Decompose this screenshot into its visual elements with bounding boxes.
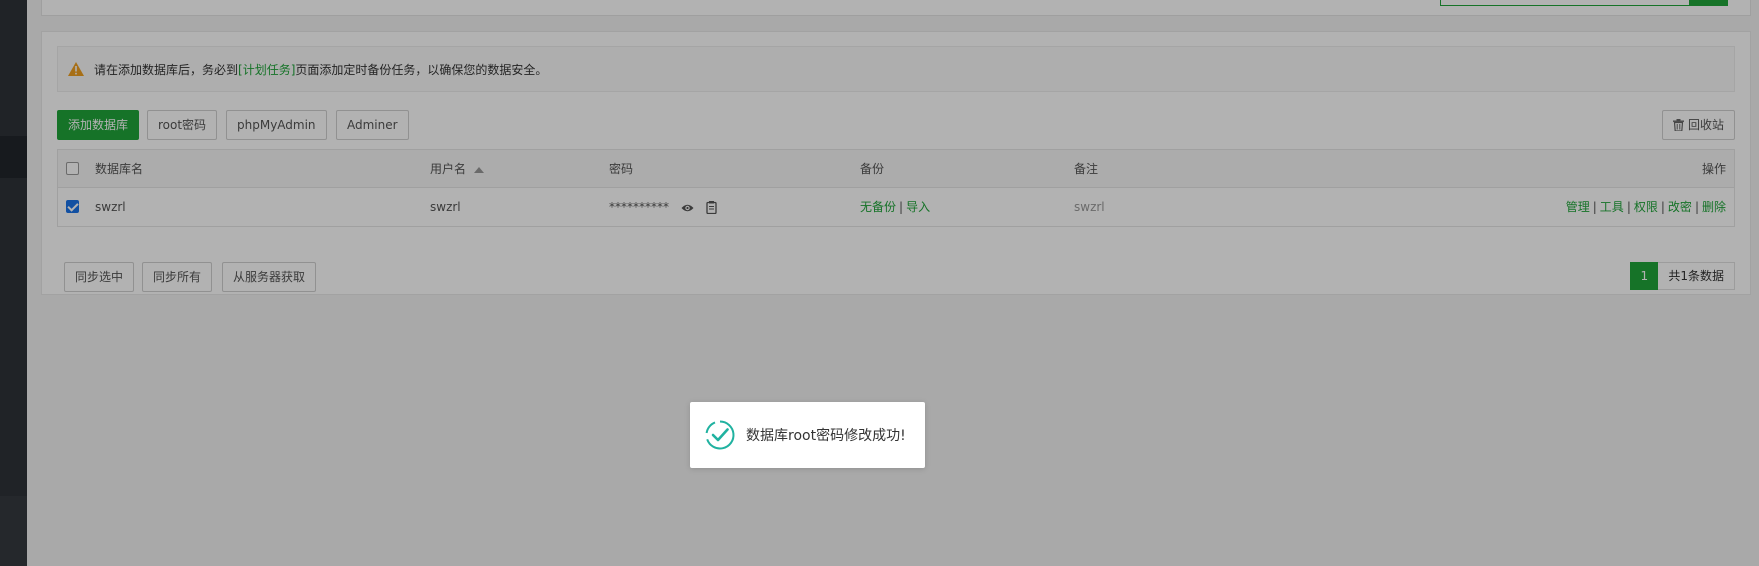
success-check-icon <box>705 420 735 450</box>
toast-message: 数据库root密码修改成功! <box>746 428 906 444</box>
success-toast: 数据库root密码修改成功! <box>690 402 925 468</box>
modal-overlay <box>0 0 1759 566</box>
